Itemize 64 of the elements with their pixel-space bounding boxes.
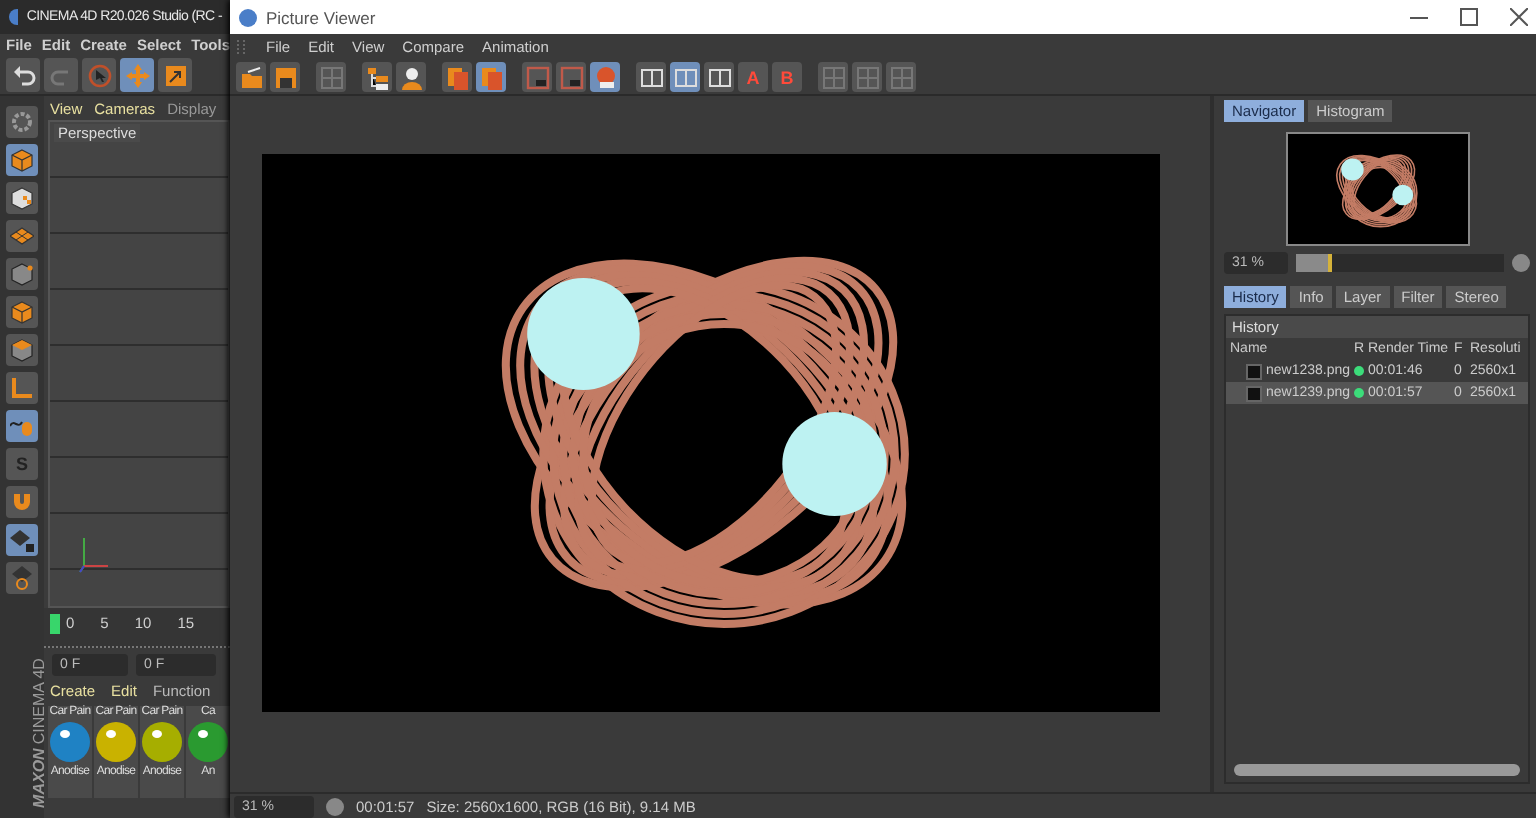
tool-button[interactable] [158,58,192,92]
tool-button[interactable] [6,182,38,214]
status-dot-icon [1354,366,1364,376]
hierarchy-icon [365,65,389,89]
frame-icon [559,65,583,89]
cursor-icon [87,63,111,87]
tool-button[interactable] [6,144,38,176]
split-frame-icon [673,65,697,89]
magnet-icon [10,490,34,514]
grid-loop-icon [10,566,34,590]
app-logo-icon [8,8,19,26]
cube-top-face-icon [10,338,34,362]
corner-axis-icon [10,376,34,400]
tool-button[interactable] [590,62,620,92]
app-logo-icon [238,7,258,27]
checkered-cube-icon [10,186,34,210]
layers-icon [445,65,469,89]
split-frame-icon [707,65,731,89]
tool-button[interactable] [636,62,666,92]
status-dot-icon [1354,388,1364,398]
close-icon[interactable] [1510,8,1528,26]
tool-button[interactable] [6,220,38,252]
cube-icon [10,300,34,324]
grid-icon [889,65,913,89]
grid-icon [319,65,343,89]
move-arrows-icon [125,63,149,87]
undo-arrow-icon [11,63,35,87]
axis-gizmo-icon [78,534,110,574]
folder-icon [239,65,263,89]
maximize-icon[interactable] [1460,8,1478,26]
scale-box-icon [163,63,187,87]
tool-button[interactable] [6,562,38,594]
logo-text: CINEMA 4D [29,658,48,745]
tool-button[interactable] [6,334,38,366]
tool-button[interactable] [396,62,426,92]
cube-icon [10,148,34,172]
split-frame-icon [639,65,663,89]
tool-button[interactable] [6,58,40,92]
round-button[interactable] [1512,253,1530,271]
tool-button[interactable] [704,62,734,92]
grid-icon [855,65,879,89]
grid-plane-icon [10,224,34,248]
tool-button[interactable] [556,62,586,92]
tool-button[interactable] [6,296,38,328]
tool-button[interactable] [6,524,38,556]
scrollbar[interactable] [1234,764,1520,776]
playhead-marker[interactable] [50,614,60,634]
grip-icon [236,39,248,55]
tool-button[interactable] [362,62,392,92]
person-icon [399,65,423,89]
tool-button[interactable] [6,410,38,442]
layers-icon [479,65,503,89]
window-title: Picture Viewer [266,7,376,27]
round-button[interactable] [326,797,344,815]
tool-button[interactable] [6,258,38,290]
wire-cube-icon [10,262,34,286]
zoom-slider[interactable] [1296,253,1504,271]
frame-icon [525,65,549,89]
logo-text: MAXON [29,748,48,808]
tool-button[interactable] [522,62,552,92]
tool-button[interactable] [236,62,266,92]
tool-button[interactable] [270,62,300,92]
sphere-icon [593,65,617,89]
grid-icon [821,65,845,89]
